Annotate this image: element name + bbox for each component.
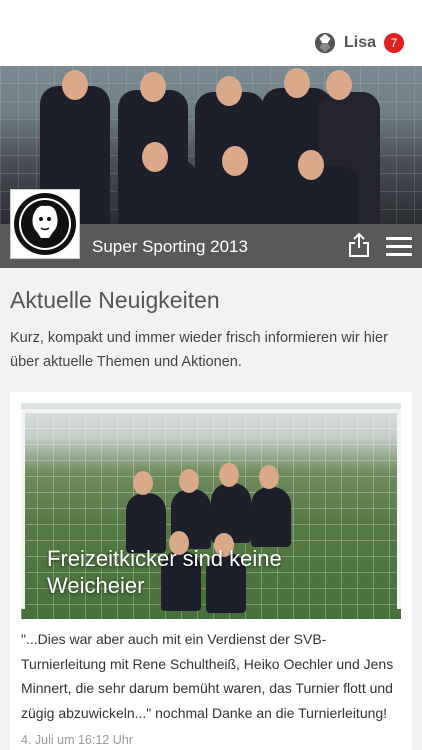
notification-badge[interactable]: 7: [384, 33, 404, 53]
section-description: Kurz, kompakt und immer wieder frisch in…: [10, 330, 388, 370]
news-card[interactable]: Freizeitkicker sind keine Weicheier "...…: [10, 392, 412, 750]
article-headline[interactable]: Freizeitkicker sind keine Weicheier: [47, 545, 347, 599]
user-menu[interactable]: Lisa 7: [314, 32, 404, 54]
club-name: Super Sporting 2013: [92, 237, 248, 256]
club-logo: [10, 189, 80, 259]
section-title: Aktuelle Neuigkeiten: [10, 287, 220, 313]
share-icon[interactable]: [348, 232, 370, 258]
article-image[interactable]: Freizeitkicker sind keine Weicheier: [21, 403, 401, 619]
lion-emblem-icon: [14, 193, 76, 255]
user-name[interactable]: Lisa: [344, 34, 376, 52]
hamburger-menu-icon[interactable]: [386, 237, 412, 257]
article-excerpt: "...Dies war aber auch mit ein Verdienst…: [21, 631, 394, 721]
club-logo-icon: [314, 32, 336, 54]
article-date: 4. Juli um 16:12 Uhr: [21, 733, 133, 747]
top-bar: Lisa 7: [0, 0, 422, 66]
